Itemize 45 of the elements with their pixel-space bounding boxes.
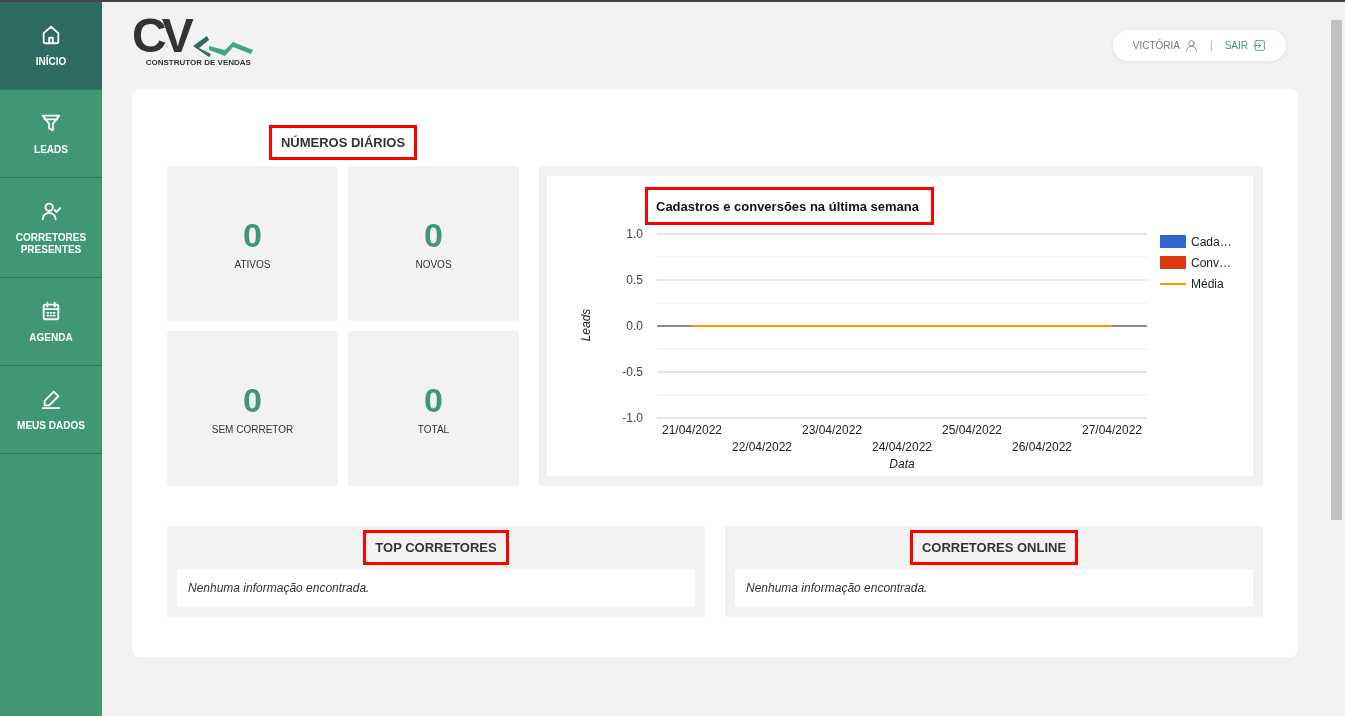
- axis-tick-label: 27/04/2022: [1081, 423, 1143, 437]
- axis-tick-label: -0.5: [622, 365, 643, 379]
- legend-item: Média: [1160, 277, 1224, 291]
- stat-label: TOTAL: [417, 424, 450, 435]
- stat-value: 0: [424, 217, 443, 253]
- legend-item: Cada…: [1160, 235, 1232, 249]
- logo-mark: CV: [132, 14, 189, 58]
- axis-tick-label: 23/04/2022: [801, 423, 863, 437]
- y-axis-title: Leads: [579, 308, 593, 342]
- user-icon: [1185, 39, 1199, 52]
- stat-value: 0: [424, 382, 443, 418]
- panel-title: CORRETORES ONLINE: [909, 530, 1079, 565]
- sidebar-item[interactable]: INÍCIO: [0, 2, 102, 90]
- chart-title: Cadastros e conversões na última semana: [656, 199, 919, 214]
- axis-tick-label: 0.0: [626, 319, 643, 333]
- exit-icon: [1253, 39, 1266, 52]
- axis-tick-label: 26/04/2022: [1011, 440, 1073, 454]
- stat-label: ATIVOS: [234, 259, 271, 270]
- empty-message: Nenhuma informação encontrada.: [735, 569, 1253, 607]
- axis-tick-label: 1.0: [626, 227, 643, 241]
- section-title: NÚMEROS DIÁRIOS: [268, 125, 418, 160]
- legend-item: Conv…: [1160, 256, 1231, 270]
- x-axis-title: Data: [889, 457, 915, 471]
- logo-tagline: CONSTRUTOR DE VENDAS: [145, 58, 251, 67]
- stat-label: NOVOS: [415, 259, 452, 270]
- axis-tick-label: 0.5: [626, 273, 643, 287]
- legend-label: Cada…: [1191, 235, 1232, 249]
- empty-message: Nenhuma informação encontrada.: [177, 569, 695, 607]
- user-name[interactable]: VICTÓRIA: [1132, 39, 1199, 52]
- separator: |: [1210, 40, 1213, 51]
- axis-tick-label: 24/04/2022: [871, 440, 933, 454]
- home-icon: [40, 23, 62, 46]
- stat-value: 0: [243, 382, 262, 418]
- legend-label: Conv…: [1191, 256, 1232, 270]
- scrollbar-thumb[interactable]: [1331, 20, 1342, 520]
- logout-link[interactable]: SAIR: [1224, 39, 1266, 52]
- legend-label: Média: [1191, 277, 1225, 291]
- axis-tick-label: 22/04/2022: [731, 440, 793, 454]
- panel-title: TOP CORRETORES: [363, 530, 509, 565]
- axis-tick-label: -1.0: [622, 411, 643, 425]
- stat-label: SEM CORRETOR: [211, 424, 294, 435]
- axis-tick-label: 21/04/2022: [661, 423, 723, 437]
- axis-tick-label: 25/04/2022: [941, 423, 1003, 437]
- calendar-icon: [40, 299, 62, 322]
- stat-value: 0: [243, 217, 262, 253]
